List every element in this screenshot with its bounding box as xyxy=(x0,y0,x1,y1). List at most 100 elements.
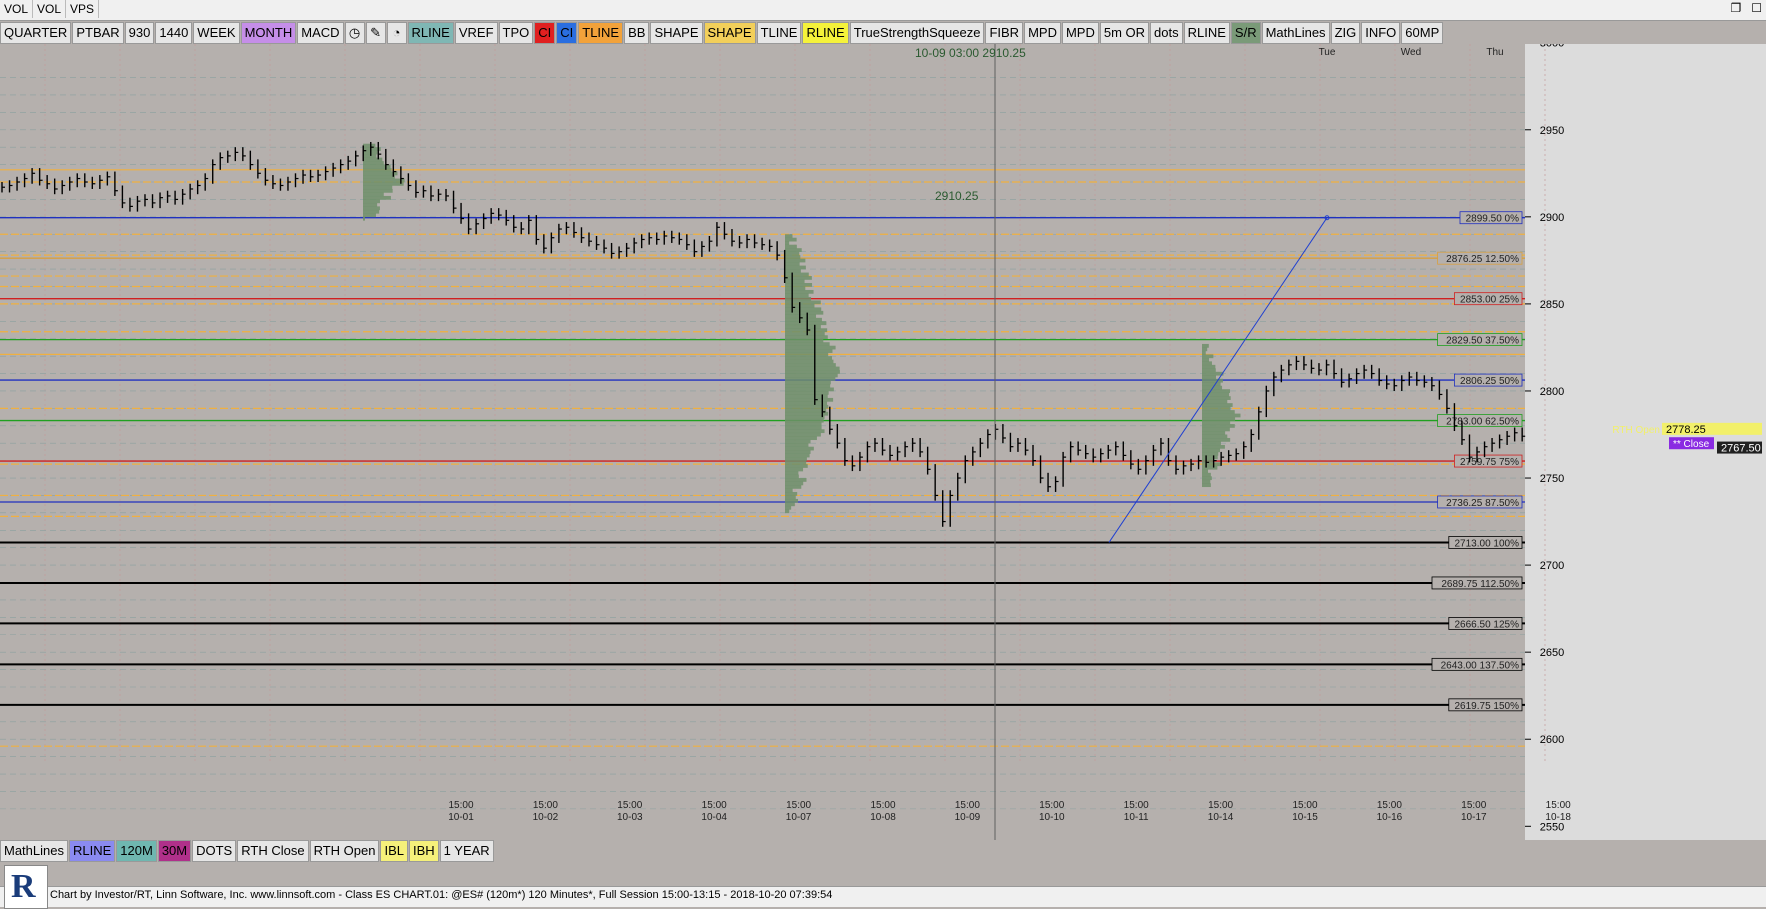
volume-profile-bar xyxy=(785,276,812,280)
toolbar-shape-button[interactable]: SHAPE xyxy=(650,22,702,44)
volume-profile-bar xyxy=(785,468,803,472)
volume-profile-bar xyxy=(1202,389,1230,393)
volume-profile-bar xyxy=(785,401,827,405)
toolbar-truestrengthsqueeze-button[interactable]: TrueStrengthSqueeze xyxy=(850,22,985,44)
bottom-rline-button[interactable]: RLINE xyxy=(69,840,115,862)
toolbar-info-button[interactable]: INFO xyxy=(1361,22,1400,44)
volume-profile-bar xyxy=(785,464,808,468)
volume-profile-bar xyxy=(785,471,798,475)
volume-profile-bar xyxy=(785,488,793,492)
volume-profile-bar xyxy=(1202,393,1229,397)
toolbar-930-button[interactable]: 930 xyxy=(125,22,155,44)
fib-label: 2643.00 137.50% xyxy=(1441,660,1520,671)
fib-label: 2689.75 112.50% xyxy=(1441,579,1519,590)
toolbar-mathlines-button[interactable]: MathLines xyxy=(1262,22,1330,44)
bottom-1-year-button[interactable]: 1 YEAR xyxy=(440,840,494,862)
toolbar-60mp-button[interactable]: 60MP xyxy=(1401,22,1443,44)
price-chart[interactable]: 2899.50 0% 2876.25 12.50% 2853.00 25% 2829.… xyxy=(0,44,1766,840)
fib-label: 2736.25 87.50% xyxy=(1446,498,1519,509)
volume-profile-bar xyxy=(785,280,805,284)
volume-profile-bar xyxy=(785,454,810,458)
window-tab-2[interactable]: VOL xyxy=(33,0,66,18)
volume-profile-bar xyxy=(363,154,376,158)
toolbar-5m-or-button[interactable]: 5m OR xyxy=(1100,22,1149,44)
volume-profile-bar xyxy=(785,502,795,506)
toolbar-tline-button[interactable]: TLINE xyxy=(757,22,802,44)
toolbar-bb-button[interactable]: BB xyxy=(624,22,649,44)
volume-profile-bar xyxy=(785,325,821,329)
toolbar-tline-button[interactable]: TLINE xyxy=(578,22,623,44)
toolbar-ptbar-button[interactable]: PTBAR xyxy=(72,22,123,44)
y-tick-label: 2750 xyxy=(1540,473,1564,485)
volume-profile-bar xyxy=(363,158,382,162)
bottom-ibh-button[interactable]: IBH xyxy=(409,840,439,862)
toolbar-ci-button[interactable]: CI xyxy=(556,22,577,44)
maximize-icon[interactable]: ☐ xyxy=(1751,1,1762,15)
toolbar-quarter-button[interactable]: QUARTER xyxy=(0,22,71,44)
toolbar-ci-button[interactable]: CI xyxy=(534,22,555,44)
volume-profile-bar xyxy=(1202,379,1223,383)
toolbar-s-r-button[interactable]: S/R xyxy=(1231,22,1261,44)
volume-profile-bar xyxy=(785,440,811,444)
volume-profile-bar xyxy=(785,248,802,252)
bottom-ibl-button[interactable]: IBL xyxy=(380,840,408,862)
toolbar-rline-button[interactable]: RLINE xyxy=(1184,22,1230,44)
restore-icon[interactable]: ❐ xyxy=(1730,1,1741,15)
day-label: Thu xyxy=(1486,47,1503,58)
status-text: Chart by Investor/RT, Linn Software, Inc… xyxy=(50,889,832,901)
toolbar-week-button[interactable]: WEEK xyxy=(193,22,239,44)
session-date-label: 10-01 xyxy=(448,812,474,823)
window-tab-1[interactable]: VOL xyxy=(0,0,33,18)
toolbar-tpo-button[interactable]: TPO xyxy=(499,22,534,44)
toolbar-1440-button[interactable]: 1440 xyxy=(155,22,192,44)
bottom-120m-button[interactable]: 120M xyxy=(116,840,157,862)
volume-profile-bar xyxy=(785,429,825,433)
session-date-label: 10-18 xyxy=(1545,812,1571,823)
volume-profile-bar xyxy=(1202,445,1225,449)
session-time-label: 15:00 xyxy=(1039,800,1064,811)
volume-profile-bar xyxy=(1202,351,1206,355)
toolbar-mpd-button[interactable]: MPD xyxy=(1062,22,1099,44)
bottom-rth-close-button[interactable]: RTH Close xyxy=(237,840,308,862)
volume-profile-bar xyxy=(1202,441,1221,445)
volume-profile-bar xyxy=(785,426,822,430)
pencil-icon[interactable]: ✎ xyxy=(366,22,386,44)
volume-profile-bar xyxy=(785,234,793,238)
volume-profile-bar xyxy=(1202,466,1217,470)
toolbar-vref-button[interactable]: VREF xyxy=(455,22,498,44)
volume-profile-bar xyxy=(785,286,805,290)
volume-profile-bar xyxy=(785,321,826,325)
volume-profile-bar xyxy=(363,206,380,210)
toolbar-zig-button[interactable]: ZIG xyxy=(1331,22,1361,44)
volume-profile-bar xyxy=(785,384,830,388)
toolbar-shape-button[interactable]: SHAPE xyxy=(704,22,756,44)
volume-profile-bar xyxy=(363,217,365,221)
toolbar-fibr-button[interactable]: FIBR xyxy=(985,22,1023,44)
pie-icon[interactable]: ◔ xyxy=(387,22,407,44)
bottom-30m-button[interactable]: 30M xyxy=(158,840,191,862)
volume-profile-bar xyxy=(785,335,828,339)
volume-profile-bar xyxy=(1202,435,1227,439)
window-tab-3[interactable]: VPS xyxy=(66,0,99,18)
session-time-label: 15:00 xyxy=(1377,800,1402,811)
volume-profile-bar xyxy=(785,307,821,311)
volume-profile-bar xyxy=(785,269,801,273)
bottom-mathlines-button[interactable]: MathLines xyxy=(0,840,68,862)
session-date-label: 10-04 xyxy=(701,812,727,823)
toolbar-dots-button[interactable]: dots xyxy=(1150,22,1183,44)
volume-profile-bar xyxy=(1202,448,1220,452)
volume-profile-bar xyxy=(363,161,384,165)
toolbar-mpd-button[interactable]: MPD xyxy=(1024,22,1061,44)
volume-profile-bar xyxy=(785,419,824,423)
volume-profile-bar xyxy=(785,461,806,465)
toolbar-macd-button[interactable]: MACD xyxy=(297,22,343,44)
clock-icon[interactable]: ◷ xyxy=(345,22,365,44)
volume-profile-bar xyxy=(363,203,377,207)
bottom-dots-button[interactable]: DOTS xyxy=(192,840,236,862)
y-tick-label: 2950 xyxy=(1540,125,1564,137)
toolbar-rline-button[interactable]: RLINE xyxy=(802,22,848,44)
volume-profile-bar xyxy=(785,447,814,451)
bottom-rth-open-button[interactable]: RTH Open xyxy=(310,840,380,862)
toolbar-month-button[interactable]: MONTH xyxy=(241,22,297,44)
toolbar-rline-button[interactable]: RLINE xyxy=(408,22,454,44)
